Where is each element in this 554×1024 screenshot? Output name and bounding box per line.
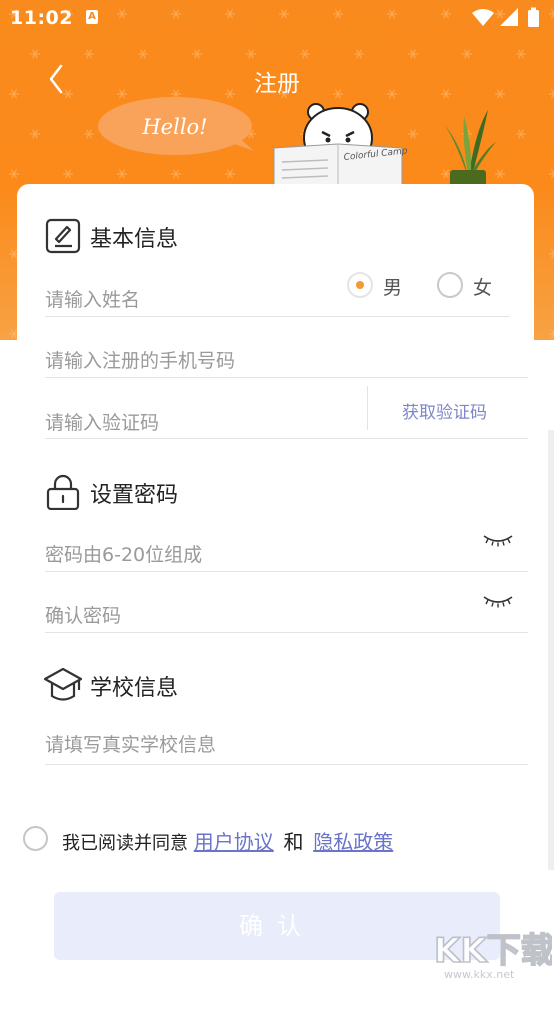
confirm-password-input[interactable]: 确认密码 [45,601,121,628]
privacy-policy-link[interactable]: 隐私政策 [313,830,393,854]
battery-icon [528,8,539,28]
wifi-icon [472,9,494,26]
male-label[interactable]: 男 [383,273,402,300]
divider [45,632,528,633]
eye-closed-icon[interactable] [482,593,514,609]
divider [45,316,510,317]
kkx-watermark-logo: KK下载 www.kkx.net [430,926,552,982]
status-time: 11:02 [10,7,73,29]
signal-icon [500,8,518,26]
school-input[interactable]: 请填写真实学校信息 [45,730,216,757]
get-code-button[interactable]: 获取验证码 [402,398,487,423]
agreement-and: 和 [283,830,303,854]
notification-icon: A [86,10,98,24]
status-bar: 11:02 A [0,0,554,36]
school-title: 学校信息 [90,670,178,702]
code-input[interactable]: 请输入验证码 [45,408,159,435]
divider [45,377,528,378]
agreement-text: 我已阅读并同意 用户协议 和 隐私政策 [62,826,393,855]
lock-icon [45,474,81,510]
basic-info-title: 基本信息 [90,221,178,253]
female-radio[interactable] [437,272,463,298]
male-radio[interactable] [347,272,373,298]
status-icons [470,7,546,29]
eye-closed-icon[interactable] [482,532,514,548]
plant-illustration [436,108,500,188]
password-input[interactable]: 密码由6-20位组成 [45,540,202,567]
user-agreement-link[interactable]: 用户协议 [194,830,274,854]
edit-note-icon [45,218,81,254]
bear-reading-illustration: Colorful Campus [268,102,408,186]
divider [45,764,528,765]
scrollbar[interactable] [548,430,554,870]
female-label[interactable]: 女 [473,273,492,300]
vertical-divider [367,386,368,430]
agreement-prefix: 我已阅读并同意 [62,833,188,854]
agree-radio[interactable] [23,826,48,851]
svg-text:www.kkx.net: www.kkx.net [444,968,515,981]
page-title: 注册 [0,64,554,98]
password-title: 设置密码 [90,477,178,509]
divider [45,438,528,439]
svg-text:KK下载: KK下载 [434,931,552,971]
hello-bubble: Hello! [98,97,258,161]
divider [45,571,528,572]
hello-text: Hello! [141,115,207,139]
phone-input[interactable]: 请输入注册的手机号码 [45,346,235,373]
name-input[interactable]: 请输入姓名 [45,285,140,312]
graduation-cap-icon [43,666,83,704]
